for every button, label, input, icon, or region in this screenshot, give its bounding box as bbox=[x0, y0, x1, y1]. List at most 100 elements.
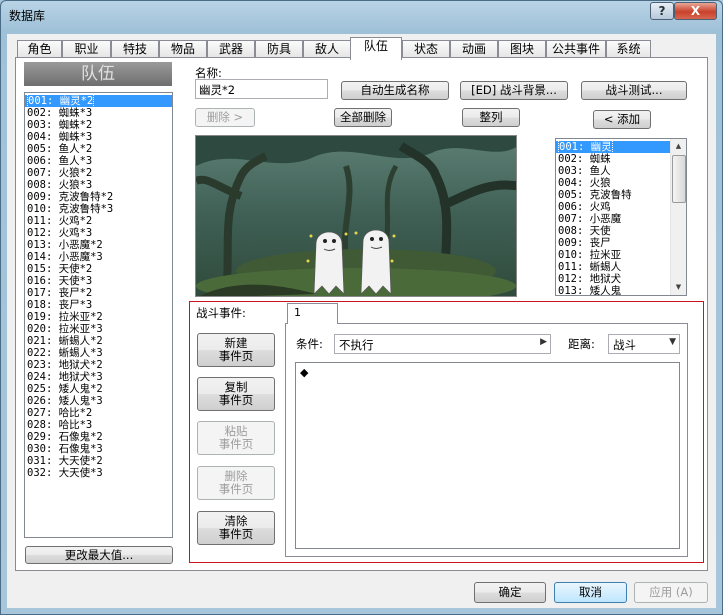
list-item-label: 028: 哈比*3 bbox=[27, 419, 93, 431]
title-bar[interactable]: 数据库 ? X bbox=[1, 1, 722, 31]
list-item[interactable]: 001: 幽灵 bbox=[556, 140, 686, 154]
list-item[interactable]: 007: 火狼*2 bbox=[25, 167, 172, 179]
span-select[interactable]: 战斗 ▼ bbox=[608, 334, 680, 354]
list-item-label: 024: 地狱犬*3 bbox=[27, 371, 103, 383]
list-item-label: 017: 丧尸*2 bbox=[27, 287, 93, 299]
arrange-button[interactable]: 整列 bbox=[462, 108, 520, 127]
event-page-tab-1[interactable]: 1 bbox=[287, 303, 338, 324]
close-button[interactable]: X bbox=[674, 2, 717, 20]
clear-event-page-button[interactable]: 清除 事件页 bbox=[197, 511, 275, 545]
list-item[interactable]: 021: 蜥蜴人*2 bbox=[25, 335, 172, 347]
ghost-enemy-1[interactable] bbox=[313, 231, 345, 295]
list-item-label: 003: 鱼人 bbox=[558, 165, 611, 177]
list-item[interactable]: 019: 拉米亚*2 bbox=[25, 311, 172, 323]
add-enemy-button[interactable]: < 添加 bbox=[593, 110, 651, 129]
enemy-list-scrollbar[interactable]: ▲ ▼ bbox=[670, 139, 686, 295]
list-item[interactable]: 026: 矮人鬼*3 bbox=[25, 395, 172, 407]
list-item[interactable]: 005: 鱼人*2 bbox=[25, 143, 172, 155]
database-window: 数据库 ? X 角色 职业 特技 物品 武器 防具 敌人 队伍 状态 动画 图块… bbox=[0, 0, 723, 615]
list-item[interactable]: 012: 地狱犬 bbox=[556, 273, 686, 285]
list-item[interactable]: 008: 火狼*3 bbox=[25, 179, 172, 191]
list-item[interactable]: 030: 石像鬼*3 bbox=[25, 443, 172, 455]
list-item[interactable]: 011: 火鸡*2 bbox=[25, 215, 172, 227]
list-item[interactable]: 003: 蜘蛛*2 bbox=[25, 119, 172, 131]
list-item-label: 011: 蜥蜴人 bbox=[558, 261, 622, 273]
cancel-button[interactable]: 取消 bbox=[554, 582, 627, 603]
remove-enemy-button[interactable]: 删除 > bbox=[195, 108, 255, 127]
scroll-thumb[interactable] bbox=[672, 155, 686, 203]
list-item[interactable]: 029: 石像鬼*2 bbox=[25, 431, 172, 443]
list-item[interactable]: 017: 丧尸*2 bbox=[25, 287, 172, 299]
list-item[interactable]: 027: 哈比*2 bbox=[25, 407, 172, 419]
list-item[interactable]: 002: 蜘蛛 bbox=[556, 153, 686, 165]
event-command-list[interactable]: ◆ bbox=[295, 362, 680, 549]
change-max-button[interactable]: 更改最大值... bbox=[25, 546, 173, 564]
troop-name-input[interactable]: 幽灵*2 bbox=[195, 79, 328, 99]
list-item[interactable]: 016: 天使*3 bbox=[25, 275, 172, 287]
copy-event-page-button[interactable]: 复制 事件页 bbox=[197, 377, 275, 411]
list-item[interactable]: 006: 鱼人*3 bbox=[25, 155, 172, 167]
list-item[interactable]: 004: 蜘蛛*3 bbox=[25, 131, 172, 143]
list-item[interactable]: 014: 小恶魔*3 bbox=[25, 251, 172, 263]
list-item[interactable]: 013: 矮人鬼 bbox=[556, 285, 686, 295]
battle-preview[interactable] bbox=[195, 135, 517, 297]
list-item-label: 016: 天使*3 bbox=[27, 275, 93, 287]
list-item[interactable]: 009: 克波鲁特*2 bbox=[25, 191, 172, 203]
list-item[interactable]: 023: 地狱犬*2 bbox=[25, 359, 172, 371]
list-item[interactable]: 004: 火狼 bbox=[556, 177, 686, 189]
list-item[interactable]: 010: 拉米亚 bbox=[556, 249, 686, 261]
battle-test-button[interactable]: 战斗测试... bbox=[581, 81, 687, 100]
list-item-label: 018: 丧尸*3 bbox=[27, 299, 93, 311]
list-item[interactable]: 028: 哈比*3 bbox=[25, 419, 172, 431]
list-item[interactable]: 002: 蜘蛛*3 bbox=[25, 107, 172, 119]
troop-list-header: 队伍 bbox=[24, 62, 172, 86]
list-item[interactable]: 007: 小恶魔 bbox=[556, 213, 686, 225]
ok-button[interactable]: 确定 bbox=[474, 582, 546, 603]
list-item[interactable]: 012: 火鸡*3 bbox=[25, 227, 172, 239]
troop-list[interactable]: 001: 幽灵*2 002: 蜘蛛*3 003: 蜘蛛*2 004: 蜘蛛*3 005:… bbox=[24, 92, 173, 538]
dialog-client: 角色 职业 特技 物品 武器 防具 敌人 队伍 状态 动画 图块 公共事件 系统… bbox=[7, 34, 716, 608]
tab-troops[interactable]: 队伍 bbox=[350, 37, 402, 60]
apply-button[interactable]: 应用 (A) bbox=[634, 582, 708, 603]
list-item-label: 012: 火鸡*3 bbox=[27, 227, 93, 239]
list-item-label: 030: 石像鬼*3 bbox=[27, 443, 103, 455]
delete-event-page-button[interactable]: 删除 事件页 bbox=[197, 466, 275, 500]
battle-event-label: 战斗事件: bbox=[196, 306, 246, 320]
window-title: 数据库 bbox=[9, 9, 46, 23]
list-item[interactable]: 010: 克波鲁特*3 bbox=[25, 203, 172, 215]
list-item[interactable]: 020: 拉米亚*3 bbox=[25, 323, 172, 335]
list-item[interactable]: 015: 天使*2 bbox=[25, 263, 172, 275]
battleback-button[interactable]: [ED] 战斗背景... bbox=[460, 81, 568, 100]
list-item[interactable]: 022: 蜥蜴人*3 bbox=[25, 347, 172, 359]
clear-enemies-button[interactable]: 全部删除 bbox=[334, 108, 392, 127]
list-item[interactable]: 003: 鱼人 bbox=[556, 165, 686, 177]
list-item[interactable]: 031: 大天使*2 bbox=[25, 455, 172, 467]
command-insert-marker[interactable]: ◆ bbox=[296, 363, 679, 382]
list-item-label: 003: 蜘蛛*2 bbox=[27, 119, 93, 131]
auto-name-button[interactable]: 自动生成名称 bbox=[341, 81, 449, 100]
list-item[interactable]: 008: 天使 bbox=[556, 225, 686, 237]
list-item[interactable]: 011: 蜥蜴人 bbox=[556, 261, 686, 273]
list-item[interactable]: 032: 大天使*3 bbox=[25, 467, 172, 479]
list-item[interactable]: 024: 地狱犬*3 bbox=[25, 371, 172, 383]
list-item[interactable]: 018: 丧尸*3 bbox=[25, 299, 172, 311]
list-item-label: 021: 蜥蜴人*2 bbox=[27, 335, 103, 347]
list-item[interactable]: 009: 丧尸 bbox=[556, 237, 686, 249]
list-item-label: 015: 天使*2 bbox=[27, 263, 93, 275]
list-item-label: 012: 地狱犬 bbox=[558, 273, 622, 285]
list-item-label: 019: 拉米亚*2 bbox=[27, 311, 103, 323]
scroll-down-arrow-icon[interactable]: ▼ bbox=[671, 280, 686, 295]
list-item[interactable]: 013: 小恶魔*2 bbox=[25, 239, 172, 251]
list-item[interactable]: 006: 火鸡 bbox=[556, 201, 686, 213]
enemy-list[interactable]: 001: 幽灵 002: 蜘蛛 003: 鱼人 004: 火狼 005: 克波鲁特 006… bbox=[555, 138, 687, 296]
ghost-enemy-2[interactable] bbox=[360, 229, 392, 295]
new-event-page-button[interactable]: 新建 事件页 bbox=[197, 333, 275, 367]
list-item[interactable]: 005: 克波鲁特 bbox=[556, 189, 686, 201]
list-item[interactable]: 025: 矮人鬼*2 bbox=[25, 383, 172, 395]
list-item[interactable]: 001: 幽灵*2 bbox=[25, 94, 172, 108]
paste-event-page-button[interactable]: 粘贴 事件页 bbox=[197, 421, 275, 455]
condition-field[interactable]: 不执行 ▶ bbox=[334, 334, 551, 354]
help-button[interactable]: ? bbox=[650, 2, 674, 20]
list-item-label: 010: 克波鲁特*3 bbox=[27, 203, 114, 215]
scroll-up-arrow-icon[interactable]: ▲ bbox=[671, 139, 686, 154]
